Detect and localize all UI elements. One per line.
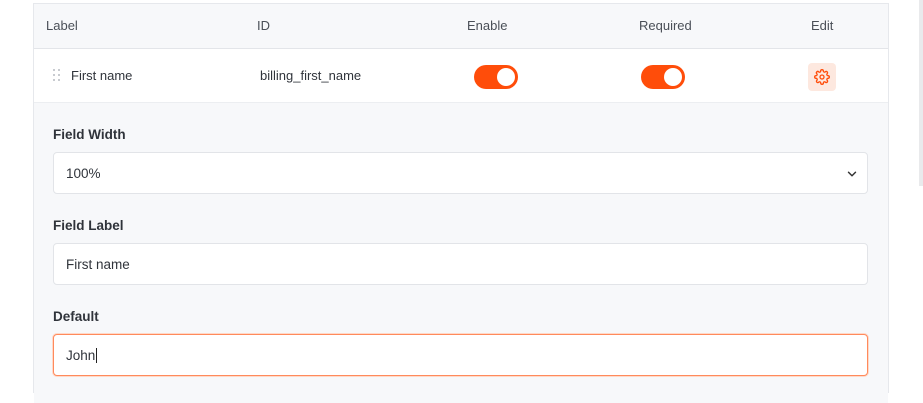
table-header: Label ID Enable Required Edit bbox=[34, 4, 888, 49]
field-width-select[interactable]: 100% bbox=[53, 152, 868, 194]
header-id: ID bbox=[257, 18, 270, 33]
table-row: First name billing_first_name bbox=[34, 49, 888, 103]
field-settings: Field Width 100% Field Label First name … bbox=[34, 103, 888, 403]
header-required: Required bbox=[639, 18, 692, 33]
default-value: John bbox=[66, 347, 96, 363]
header-label: Label bbox=[46, 18, 78, 33]
row-label: First name bbox=[71, 68, 133, 83]
field-width-value: 100% bbox=[66, 165, 101, 181]
edit-button[interactable] bbox=[808, 63, 836, 91]
field-width-label: Field Width bbox=[53, 127, 126, 142]
toggle-knob bbox=[664, 68, 682, 86]
field-label-value: First name bbox=[66, 256, 130, 272]
field-label-label: Field Label bbox=[53, 218, 124, 233]
field-label-input[interactable]: First name bbox=[53, 243, 868, 285]
gear-icon bbox=[814, 69, 830, 85]
toggle-knob bbox=[497, 68, 515, 86]
header-edit: Edit bbox=[811, 18, 834, 33]
header-enable: Enable bbox=[467, 18, 508, 33]
row-id: billing_first_name bbox=[260, 68, 362, 83]
scrollbar[interactable] bbox=[919, 0, 923, 186]
required-toggle[interactable] bbox=[641, 65, 685, 89]
default-label: Default bbox=[53, 309, 99, 324]
chevron-down-icon bbox=[847, 171, 857, 177]
fields-panel: Label ID Enable Required Edit First name… bbox=[33, 3, 889, 403]
text-caret bbox=[96, 347, 98, 363]
default-input[interactable]: John bbox=[53, 334, 868, 376]
enable-toggle[interactable] bbox=[474, 65, 518, 89]
drag-handle-icon[interactable] bbox=[53, 69, 61, 81]
